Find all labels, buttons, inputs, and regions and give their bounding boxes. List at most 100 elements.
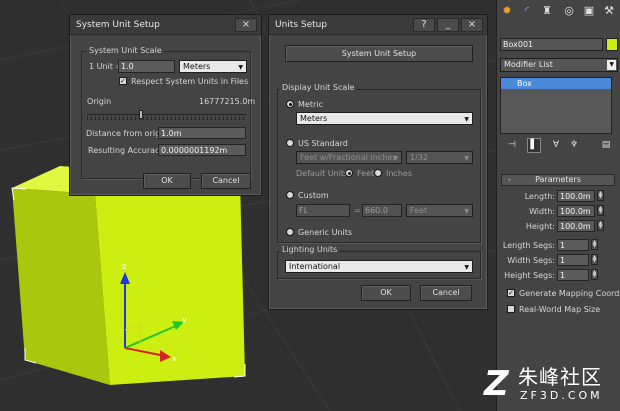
display-unit-scale-label: Display Unit Scale xyxy=(280,83,357,92)
watermark-brand: 朱峰社区 xyxy=(518,365,602,389)
length-segs-label: Length Segs: xyxy=(502,241,555,250)
mapping-coords-checkbox[interactable]: ✓ xyxy=(507,289,515,297)
create-tab-icon[interactable]: ✹ xyxy=(499,3,515,19)
lighting-units-dropdown[interactable]: International ▼ xyxy=(285,260,473,273)
units-close-button[interactable]: × xyxy=(461,18,483,32)
chevron-down-icon: ▼ xyxy=(464,116,469,123)
minimize-button[interactable]: _ xyxy=(437,18,459,32)
unit-value-field[interactable]: 1.0 xyxy=(118,60,175,73)
parameters-rollout-header[interactable]: - Parameters xyxy=(501,174,615,186)
lighting-units-label: Lighting Units xyxy=(280,245,340,254)
object-name-field[interactable]: Box001 xyxy=(500,38,603,51)
object-color-swatch[interactable] xyxy=(606,38,618,51)
distance-field[interactable]: 1.0m xyxy=(158,127,246,139)
inches-label: Inches xyxy=(386,169,412,178)
system-unit-cancel-button[interactable]: Cancel xyxy=(201,173,251,189)
system-unit-dialog-titlebar[interactable]: System Unit Setup × xyxy=(70,15,261,35)
length-segs-spinner[interactable]: ▲ ▼ xyxy=(591,239,598,250)
watermark: Z 朱峰社区 ZF3D.COM xyxy=(480,362,618,408)
height-spinner[interactable]: ▲ ▼ xyxy=(597,220,604,231)
metric-dropdown[interactable]: Meters ▼ xyxy=(296,112,473,125)
generic-units-radio[interactable] xyxy=(286,228,294,236)
length-field[interactable]: 100.0m xyxy=(557,190,595,202)
us-standard-dropdown[interactable]: Feet w/Fractional Inches ▼ xyxy=(296,151,402,164)
units-dialog-titlebar[interactable]: Units Setup ? _ × xyxy=(269,15,487,35)
gizmo-x-label: x xyxy=(172,354,177,363)
width-field[interactable]: 100.0m xyxy=(557,205,595,217)
custom-number-field[interactable]: 660.0 xyxy=(362,204,402,217)
units-cancel-button[interactable]: Cancel xyxy=(420,285,472,301)
default-units-label: Default Units: xyxy=(296,169,351,178)
width-segs-label: Width Segs: xyxy=(507,256,555,265)
make-unique-icon[interactable]: ∀ xyxy=(549,140,563,152)
custom-unit-dropdown[interactable]: Feet ▼ xyxy=(406,204,473,217)
origin-value: 16777215.0m xyxy=(199,97,256,106)
gizmo-z-label: z xyxy=(122,262,127,271)
custom-radio[interactable] xyxy=(286,191,294,199)
gizmo-y-label: y xyxy=(182,315,187,324)
help-button[interactable]: ? xyxy=(413,18,435,32)
respect-units-label: Respect System Units in Files xyxy=(131,77,249,86)
system-unit-setup-button[interactable]: System Unit Setup xyxy=(285,45,473,62)
hierarchy-tab-icon[interactable]: ♜ xyxy=(539,3,555,19)
custom-name-field[interactable]: FL xyxy=(296,204,350,217)
real-world-checkbox[interactable] xyxy=(507,305,515,313)
system-unit-scale-label: System Unit Scale xyxy=(87,46,164,55)
units-setup-dialog: Units Setup ? _ × System Unit Setup Disp… xyxy=(268,14,488,310)
modifier-stack: Box xyxy=(500,77,612,134)
feet-radio[interactable] xyxy=(345,169,353,177)
stack-item-box[interactable]: Box xyxy=(501,78,611,89)
lighting-units-value: International xyxy=(289,262,341,271)
system-unit-ok-button[interactable]: OK xyxy=(143,173,191,189)
custom-label: Custom xyxy=(298,191,329,200)
unit-type-value: Meters xyxy=(183,62,211,71)
inches-radio[interactable] xyxy=(374,169,382,177)
respect-units-checkbox[interactable]: ✓ xyxy=(119,77,127,85)
pin-stack-icon[interactable]: ⊣ xyxy=(505,140,519,152)
us-standard-label: US Standard xyxy=(298,139,348,148)
configure-modifier-sets-icon[interactable]: ▤ xyxy=(599,140,613,152)
remove-modifier-icon[interactable]: ♆ xyxy=(567,140,581,152)
chevron-down-icon: ▼ xyxy=(238,64,243,71)
system-unit-dialog-title: System Unit Setup xyxy=(76,20,160,30)
modifier-list-dropdown[interactable]: Modifier List ▼ xyxy=(500,58,618,72)
utilities-tab-icon[interactable]: ⚒ xyxy=(601,3,617,19)
slider-handle[interactable] xyxy=(139,110,143,119)
width-segs-spinner[interactable]: ▲ ▼ xyxy=(591,254,598,265)
modifier-list-value: Modifier List xyxy=(504,60,553,69)
length-spinner[interactable]: ▲ ▼ xyxy=(597,190,604,201)
length-label: Length: xyxy=(524,192,555,201)
system-unit-setup-dialog: System Unit Setup × System Unit Scale 1 … xyxy=(69,14,262,196)
origin-label: Origin xyxy=(87,97,112,106)
fraction-dropdown[interactable]: 1/32 ▼ xyxy=(406,151,473,164)
custom-equals: = xyxy=(354,206,361,215)
length-segs-field[interactable]: 1 xyxy=(557,239,589,251)
command-panel: ✹ ◜ ♜ ◎ ▣ ⚒ Box001 Modifier List ▼ Box ⊣… xyxy=(496,0,620,411)
display-tab-icon[interactable]: ▣ xyxy=(581,3,597,19)
real-world-label: Real-World Map Size xyxy=(519,305,601,314)
parameters-title: Parameters xyxy=(535,175,581,184)
height-field[interactable]: 100.0m xyxy=(557,220,595,232)
show-end-result-icon[interactable]: ▌ xyxy=(527,138,541,153)
units-ok-button[interactable]: OK xyxy=(361,285,411,301)
box-front-face xyxy=(95,180,245,385)
height-label: Height: xyxy=(525,222,555,231)
modify-tab-icon[interactable]: ◜ xyxy=(519,3,535,19)
origin-slider[interactable] xyxy=(87,110,246,120)
us-standard-radio[interactable] xyxy=(286,139,294,147)
accuracy-label: Resulting Accuracy: xyxy=(88,146,167,155)
custom-unit-value: Feet xyxy=(410,206,428,215)
height-segs-spinner[interactable]: ▲ ▼ xyxy=(591,269,598,280)
slider-track xyxy=(87,114,246,115)
rollout-toggle: - xyxy=(508,175,511,184)
motion-tab-icon[interactable]: ◎ xyxy=(561,3,577,19)
width-segs-field[interactable]: 1 xyxy=(557,254,589,266)
width-spinner[interactable]: ▲ ▼ xyxy=(597,205,604,216)
height-segs-field[interactable]: 1 xyxy=(557,269,589,281)
unit-type-dropdown[interactable]: Meters ▼ xyxy=(179,60,247,73)
system-unit-close-button[interactable]: × xyxy=(235,18,257,32)
chevron-down-icon: ▼ xyxy=(464,155,469,162)
metric-radio[interactable] xyxy=(286,100,294,108)
chevron-down-icon: ▼ xyxy=(464,208,469,215)
watermark-logo-icon: Z xyxy=(484,364,509,404)
